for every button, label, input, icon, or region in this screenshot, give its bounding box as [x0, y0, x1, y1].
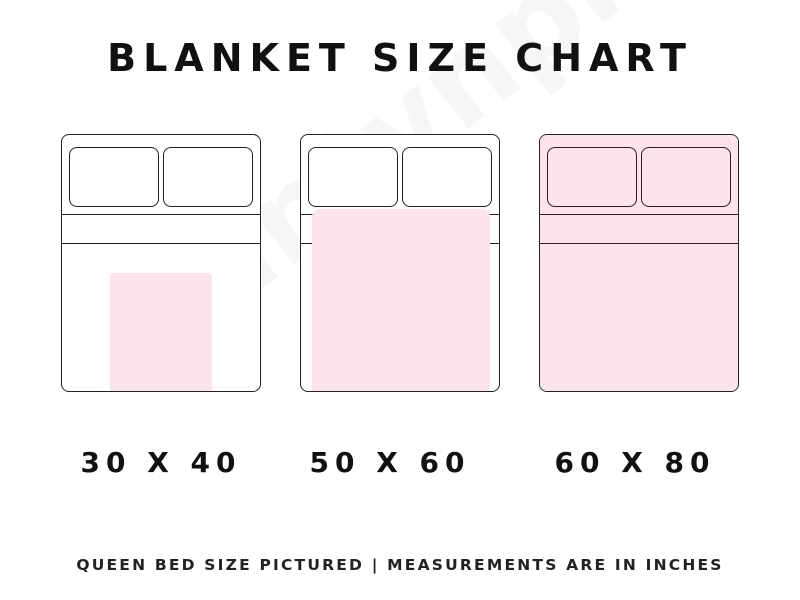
sheet-fold-top: [540, 214, 738, 215]
size-label-2: 50 X 60: [309, 446, 471, 479]
size-label-1: 30 X 40: [80, 446, 242, 479]
size-label-3: 60 X 80: [554, 446, 716, 479]
footer-note: QUEEN BED SIZE PICTURED | MEASUREMENTS A…: [76, 556, 724, 574]
blanket-50x60: [312, 209, 490, 391]
sheet-fold-bottom: [540, 243, 738, 244]
chart-title: BLANKET SIZE CHART: [107, 36, 693, 80]
pillow-left: [547, 147, 637, 207]
pillow-right: [641, 147, 731, 207]
bed-diagram-2: [300, 134, 500, 392]
pillow-right: [163, 147, 253, 207]
bed-diagram-1: [61, 134, 261, 392]
pillow-right: [402, 147, 492, 207]
pillow-left: [308, 147, 398, 207]
pillow-left: [69, 147, 159, 207]
bed-diagram-3: [539, 134, 739, 392]
blanket-30x40: [110, 273, 212, 391]
sheet-fold-top: [62, 214, 260, 215]
sheet-fold-bottom: [62, 243, 260, 244]
